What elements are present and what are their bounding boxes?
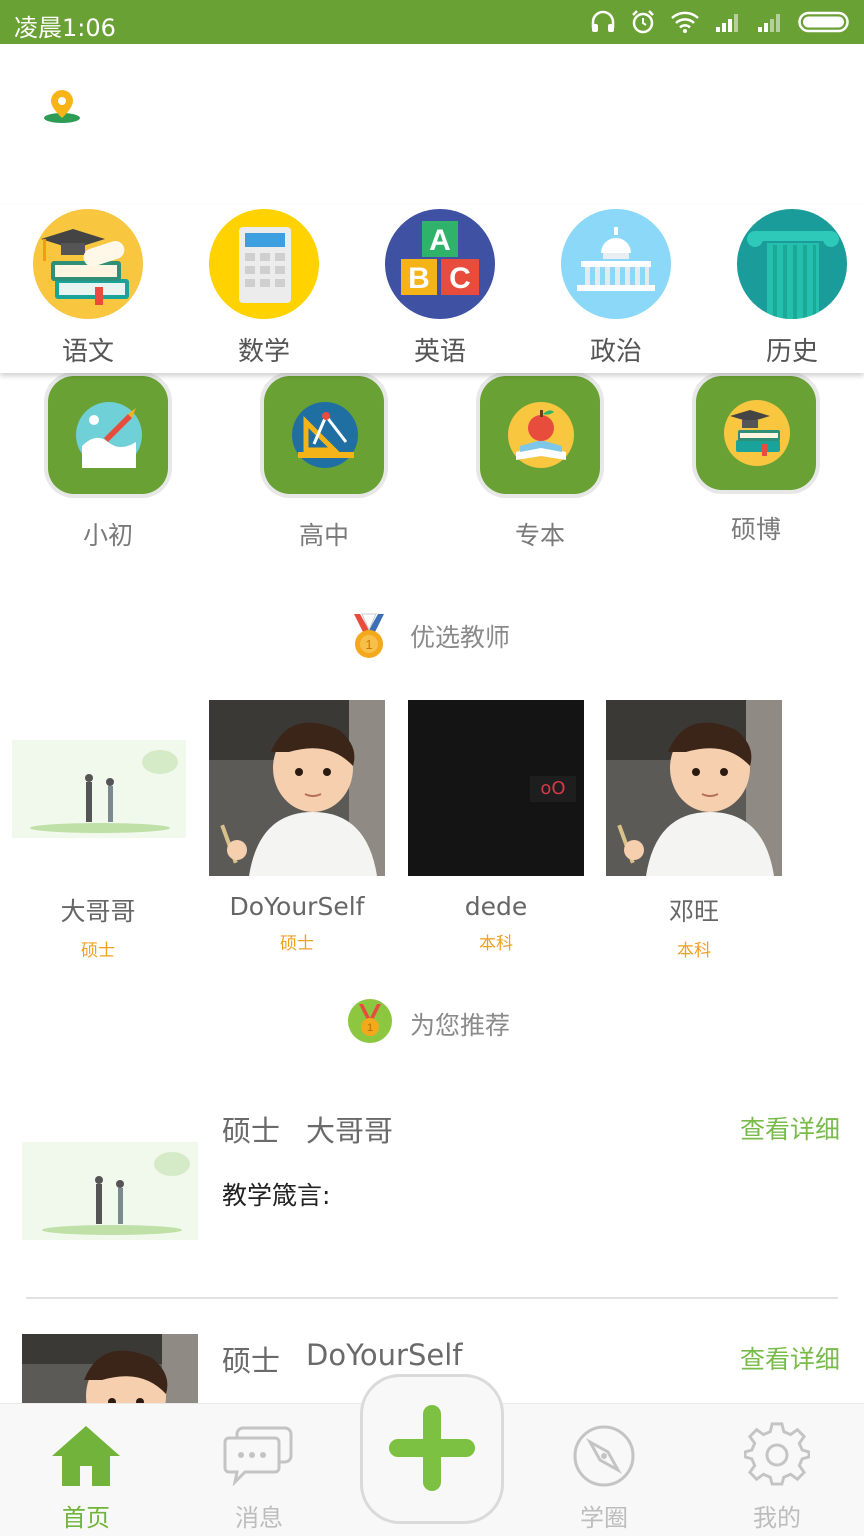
signal-icon	[716, 14, 738, 32]
tab-study-circle[interactable]: 学圈	[544, 1404, 664, 1536]
geometry-tools-icon	[292, 402, 358, 468]
wifi-icon	[671, 11, 699, 33]
abc-blocks-icon: A B C	[385, 209, 495, 319]
add-button[interactable]	[360, 1374, 504, 1524]
subject-history[interactable]: 历史	[736, 209, 848, 368]
graduation-cap-books-icon	[724, 400, 790, 466]
tab-label: 首页	[62, 1504, 110, 1532]
tab-home[interactable]: 首页	[26, 1404, 146, 1536]
teacher-name: 大哥哥	[60, 897, 136, 926]
capitol-building-icon	[561, 209, 671, 319]
rocket-globe-icon	[76, 402, 142, 468]
calculator-icon	[209, 209, 319, 319]
section-title: 优选教师	[410, 623, 511, 652]
subject-chinese[interactable]: 语文	[32, 209, 144, 368]
subject-english[interactable]: A B C 英语	[384, 209, 496, 368]
divider	[26, 1297, 838, 1299]
svg-text:1: 1	[367, 1022, 373, 1034]
motto-label: 教学箴言:	[222, 1181, 331, 1210]
subject-politics[interactable]: 政治	[560, 209, 672, 368]
headphones-icon	[591, 10, 615, 32]
view-detail-link[interactable]: 查看详细	[740, 1340, 840, 1376]
tab-label: 消息	[235, 1504, 283, 1532]
status-bar: 凌晨1:06	[0, 0, 864, 44]
graduation-books-icon	[33, 209, 143, 319]
teacher-degree: 硕士	[280, 934, 314, 954]
recommend-degree: 硕士	[222, 1344, 281, 1378]
gear-icon	[744, 1422, 810, 1486]
status-icons	[590, 9, 852, 35]
level-label: 专本	[514, 521, 565, 550]
svg-text:B: B	[408, 262, 430, 295]
subject-label: 政治	[589, 337, 642, 367]
home-icon	[52, 1426, 120, 1486]
svg-text:1: 1	[365, 637, 372, 652]
photo-text: oO	[530, 776, 576, 802]
recommend-degree: 硕士	[222, 1114, 281, 1148]
alarm-icon	[632, 10, 654, 34]
teacher-card[interactable]: DoYourSelf 硕士	[209, 700, 385, 954]
medal-icon: 1	[347, 998, 393, 1048]
teacher-degree: 硕士	[81, 941, 115, 961]
signal-icon-2	[758, 14, 780, 32]
featured-teachers-header: 1 优选教师	[0, 610, 864, 666]
chat-bubble-icon	[223, 1426, 293, 1486]
battery-icon	[798, 11, 849, 33]
subject-label: 语文	[61, 337, 114, 367]
compass-icon	[573, 1425, 635, 1487]
status-time: 凌晨1:06	[14, 14, 116, 42]
subject-math[interactable]: 数学	[208, 209, 320, 368]
teacher-degree: 本科	[677, 941, 711, 961]
level-label: 高中	[298, 521, 349, 550]
svg-text:A: A	[429, 224, 451, 257]
level-graduate[interactable]: 硕博	[690, 372, 822, 546]
subject-label: 英语	[413, 337, 466, 367]
section-title: 为您推荐	[410, 1011, 511, 1040]
location-pin-icon[interactable]	[40, 86, 84, 126]
teacher-name: 邓旺	[668, 897, 719, 926]
level-label: 硕博	[730, 515, 781, 544]
level-college[interactable]: 专本	[474, 372, 606, 552]
child-photo	[209, 700, 385, 876]
recommend-item[interactable]: 硕士 大哥哥 查看详细 教学箴言:	[0, 1100, 864, 1290]
tab-label: 学圈	[580, 1504, 628, 1532]
view-detail-link[interactable]: 查看详细	[740, 1110, 840, 1146]
level-primary-junior[interactable]: 小初	[42, 372, 174, 552]
subject-label: 历史	[765, 337, 818, 367]
dark-photo: oO	[408, 700, 584, 876]
teacher-card[interactable]: 大哥哥 硕士	[10, 700, 186, 961]
tab-messages[interactable]: 消息	[199, 1404, 319, 1536]
child-photo	[606, 700, 782, 876]
subject-row: 语文 数学 A B C 英语 政治 历史	[0, 205, 864, 373]
svg-text:C: C	[449, 262, 471, 295]
medal-icon: 1	[350, 612, 388, 666]
recommend-header: 1 为您推荐	[0, 996, 864, 1052]
plus-icon	[389, 1405, 475, 1491]
landscape-couple-photo	[10, 700, 186, 876]
greek-column-icon	[737, 209, 847, 319]
teacher-card[interactable]: 邓旺 本科	[606, 700, 782, 961]
level-label: 小初	[82, 521, 133, 550]
landscape-couple-photo	[22, 1142, 198, 1240]
apple-book-icon	[508, 402, 574, 468]
teacher-card[interactable]: oO dede 本科	[408, 700, 584, 954]
recommend-name: 大哥哥	[306, 1114, 394, 1148]
teacher-degree: 本科	[479, 934, 513, 954]
recommend-name: DoYourSelf	[306, 1338, 463, 1372]
subject-label: 数学	[237, 337, 290, 367]
teacher-name: dede	[464, 892, 528, 921]
tab-label: 我的	[753, 1504, 801, 1532]
teacher-name: DoYourSelf	[229, 892, 365, 921]
tab-mine[interactable]: 我的	[717, 1404, 837, 1536]
level-senior-high[interactable]: 高中	[258, 372, 390, 552]
